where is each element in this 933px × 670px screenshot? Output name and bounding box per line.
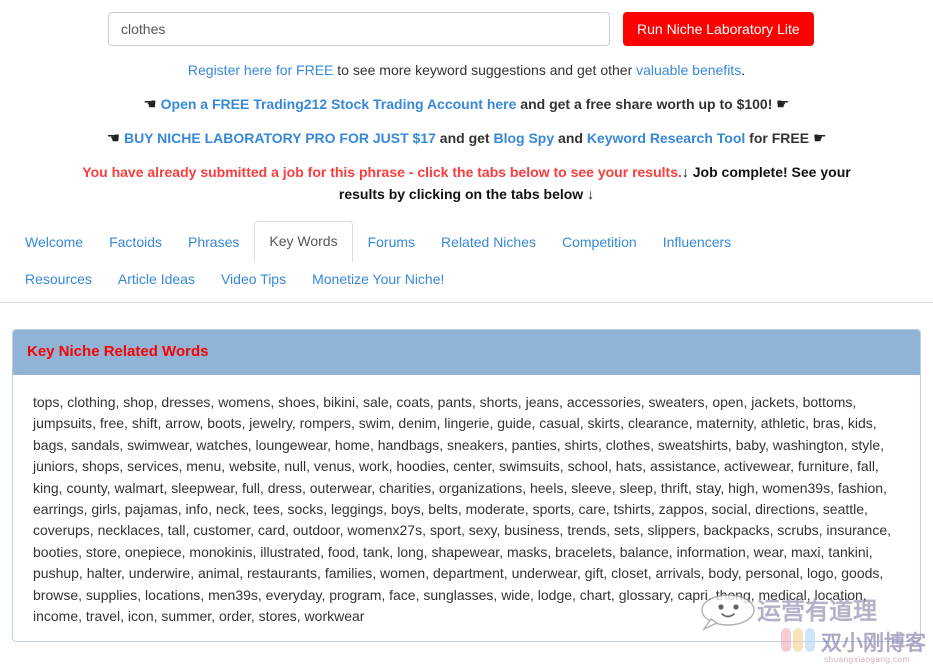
watermark-url-text: shuangxiaogang.com bbox=[824, 655, 910, 664]
pointing-hand-icon-2-mirrored: ☚ bbox=[812, 129, 827, 147]
down-arrow-icon-2: ↓ bbox=[587, 186, 595, 203]
register-link[interactable]: Register here for FREE bbox=[188, 62, 334, 78]
blog-spy-link[interactable]: Blog Spy bbox=[493, 130, 554, 146]
niche-pro-mid2-text: and bbox=[554, 129, 587, 146]
search-row: Run Niche Laboratory Lite bbox=[0, 0, 933, 46]
tab-competition[interactable]: Competition bbox=[551, 224, 648, 261]
run-niche-laboratory-button[interactable]: Run Niche Laboratory Lite bbox=[623, 12, 814, 46]
buy-niche-lab-pro-link[interactable]: BUY NICHE LABORATORY PRO FOR JUST $17 bbox=[124, 130, 436, 146]
niche-pro-mid1-text: and get bbox=[435, 129, 494, 146]
panel-header: Key Niche Related Words bbox=[13, 330, 920, 375]
tab-video-tips[interactable]: Video Tips bbox=[210, 261, 297, 298]
tab-welcome[interactable]: Welcome bbox=[14, 224, 94, 261]
trading212-link[interactable]: Open a FREE Trading212 Stock Trading Acc… bbox=[161, 96, 517, 112]
register-end-text: . bbox=[741, 62, 746, 78]
valuable-benefits-link[interactable]: valuable benefits bbox=[636, 62, 741, 78]
panel-title: Key Niche Related Words bbox=[27, 343, 209, 360]
register-mid-text: to see more keyword suggestions and get … bbox=[333, 62, 637, 78]
key-words-panel: Key Niche Related Words tops, clothing, … bbox=[12, 329, 921, 643]
promo-block: Register here for FREE to see more keywo… bbox=[0, 46, 933, 150]
trading212-tail-text: and get a free share worth up to $100! bbox=[516, 95, 777, 112]
pointing-hand-icon-2: ☚ bbox=[106, 129, 121, 147]
tabs-row-secondary: Resources Article Ideas Video Tips Monetize… bbox=[6, 261, 927, 302]
tab-related-niches[interactable]: Related Niches bbox=[430, 224, 547, 261]
tab-influencers[interactable]: Influencers bbox=[652, 224, 742, 261]
keyword-research-tool-link[interactable]: Keyword Research Tool bbox=[587, 130, 745, 146]
tab-phrases[interactable]: Phrases bbox=[177, 224, 250, 261]
tab-resources[interactable]: Resources bbox=[14, 261, 103, 298]
search-input[interactable] bbox=[108, 12, 610, 46]
promo-line-register: Register here for FREE to see more keywo… bbox=[100, 60, 833, 82]
alert-red-text: You have already submitted a job for thi… bbox=[82, 164, 682, 181]
promo-line-trading212: ☚ Open a FREE Trading212 Stock Trading A… bbox=[100, 93, 833, 116]
pointing-hand-icon: ☚ bbox=[143, 95, 157, 113]
promo-line-niche-pro: ☚ BUY NICHE LABORATORY PRO FOR JUST $17 … bbox=[100, 127, 833, 150]
pointing-hand-icon-mirrored: ☚ bbox=[776, 95, 790, 113]
down-arrow-icon-1: ↓ bbox=[681, 164, 689, 181]
tab-key-words[interactable]: Key Words bbox=[254, 221, 353, 263]
keywords-list: tops, clothing, shop, dresses, womens, s… bbox=[33, 394, 892, 625]
page-root: Run Niche Laboratory Lite Register here … bbox=[0, 0, 933, 670]
tab-monetize-your-niche[interactable]: Monetize Your Niche! bbox=[301, 261, 455, 298]
tab-article-ideas[interactable]: Article Ideas bbox=[107, 261, 206, 298]
tab-factoids[interactable]: Factoids bbox=[98, 224, 173, 261]
niche-pro-tail-text: for FREE bbox=[745, 129, 813, 146]
tab-navigation: Welcome Factoids Phrases Key Words Forums Rel… bbox=[0, 221, 933, 303]
tab-forums[interactable]: Forums bbox=[357, 224, 426, 261]
tabs-row-primary: Welcome Factoids Phrases Key Words Forums Rel… bbox=[6, 221, 927, 263]
job-status-alert: You have already submitted a job for thi… bbox=[0, 161, 933, 205]
